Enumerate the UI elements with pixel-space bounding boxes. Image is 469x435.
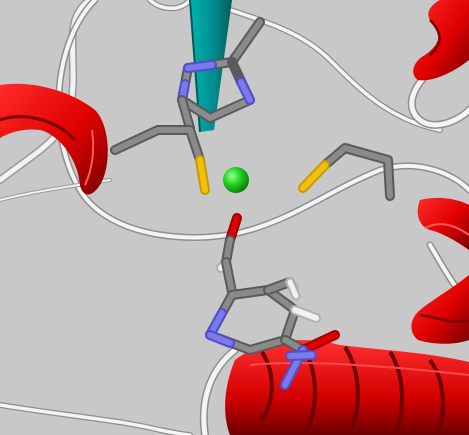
molecule-canvas	[0, 0, 469, 435]
green-metal-ion	[223, 167, 249, 193]
molecular-structure-view	[0, 0, 469, 435]
